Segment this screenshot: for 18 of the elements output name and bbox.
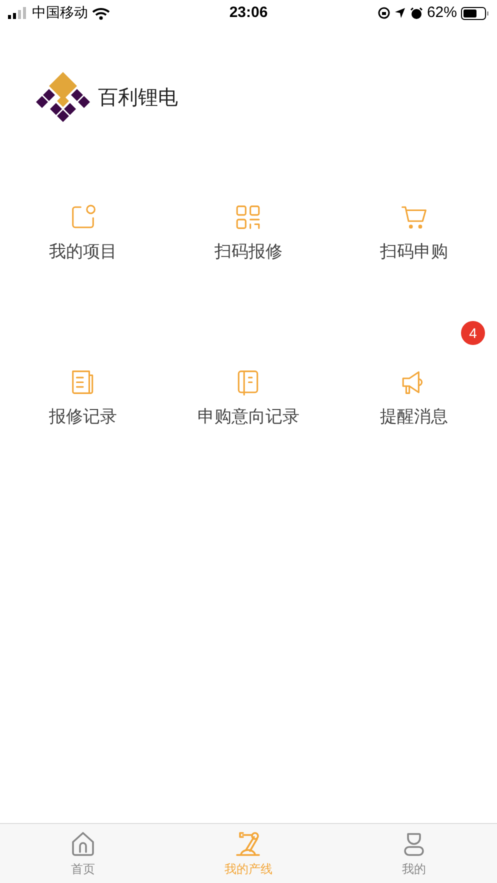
battery-icon bbox=[461, 6, 489, 20]
alarm-clock-icon bbox=[410, 6, 423, 20]
clock-time: 23:06 bbox=[229, 2, 268, 23]
menu-item[interactable]: 扫码报修 bbox=[166, 202, 332, 264]
menu-item[interactable]: 我的项目 bbox=[0, 202, 166, 264]
location-arrow-icon bbox=[394, 7, 406, 19]
menu-item[interactable]: 报修记录 bbox=[0, 367, 166, 429]
rotation-lock-icon bbox=[378, 7, 390, 19]
battery-percent: 62% bbox=[426, 2, 457, 23]
brand-name: 百利锂电 bbox=[98, 86, 178, 111]
wifi-icon bbox=[92, 6, 110, 20]
menu-item[interactable]: 申购意向记录 bbox=[166, 367, 332, 429]
carrier-name: 中国移动 bbox=[32, 4, 88, 22]
robot-arm-icon bbox=[234, 830, 262, 858]
logo-icon bbox=[36, 71, 90, 125]
signal-icon bbox=[8, 7, 28, 19]
menu-item[interactable]: 扫码申购 bbox=[331, 202, 497, 264]
notification-badge: 4 bbox=[461, 321, 485, 345]
